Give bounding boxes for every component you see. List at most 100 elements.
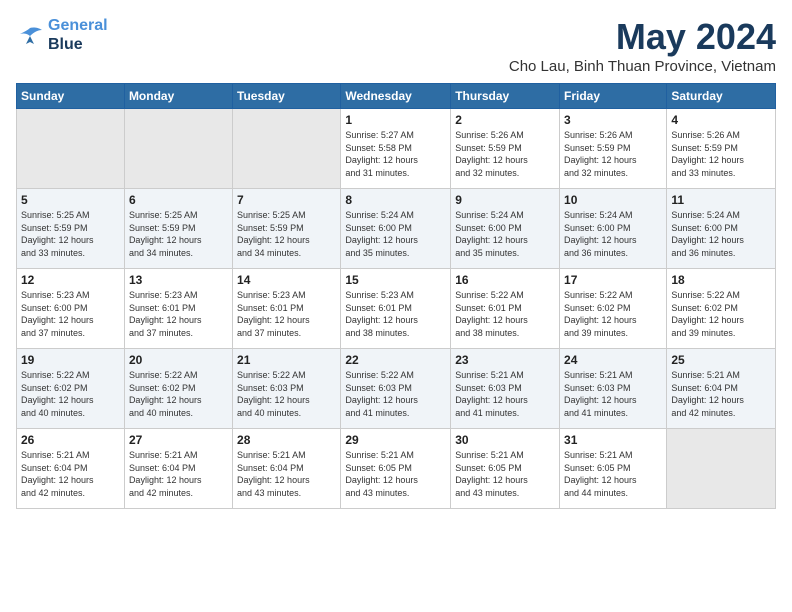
calendar-cell: 12Sunrise: 5:23 AM Sunset: 6:00 PM Dayli… [17,269,125,349]
day-number: 31 [564,433,662,447]
day-info: Sunrise: 5:22 AM Sunset: 6:01 PM Dayligh… [455,289,555,339]
day-info: Sunrise: 5:21 AM Sunset: 6:05 PM Dayligh… [455,449,555,499]
day-info: Sunrise: 5:23 AM Sunset: 6:01 PM Dayligh… [129,289,228,339]
day-info: Sunrise: 5:21 AM Sunset: 6:03 PM Dayligh… [564,369,662,419]
calendar-cell: 7 Sunrise: 5:25 AM Sunset: 5:59 PM Daylig… [233,189,341,269]
calendar-cell [233,109,341,189]
calendar-week-4: 19 Sunrise: 5:22 AM Sunset: 6:02 PM Dayli… [17,349,776,429]
calendar-cell: 8 Sunrise: 5:24 AM Sunset: 6:00 PM Daylig… [341,189,451,269]
day-info: Sunrise: 5:24 AM Sunset: 6:00 PM Dayligh… [345,209,446,259]
day-number: 22 [345,353,446,367]
calendar-cell: 16 Sunrise: 5:22 AM Sunset: 6:01 PM Dayli… [451,269,560,349]
calendar-cell: 4 Sunrise: 5:26 AM Sunset: 5:59 PM Daylig… [667,109,776,189]
day-info: Sunrise: 5:22 AM Sunset: 6:02 PM Dayligh… [21,369,120,419]
day-info: Sunrise: 5:24 AM Sunset: 6:00 PM Dayligh… [455,209,555,259]
day-number: 24 [564,353,662,367]
day-info: Sunrise: 5:27 AM Sunset: 5:58 PM Dayligh… [345,129,446,179]
day-number: 1 [345,113,446,127]
day-info: Sunrise: 5:24 AM Sunset: 6:00 PM Dayligh… [564,209,662,259]
day-number: 4 [671,113,771,127]
column-header-monday: Monday [124,84,232,109]
day-number: 2 [455,113,555,127]
title-block: May 2024 Cho Lau, Binh Thuan Province, V… [509,16,776,75]
calendar-cell: 1 Sunrise: 5:27 AM Sunset: 5:58 PM Daylig… [341,109,451,189]
calendar-header-row: SundayMondayTuesdayWednesdayThursdayFrid… [17,84,776,109]
day-info: Sunrise: 5:25 AM Sunset: 5:59 PM Dayligh… [129,209,228,259]
day-info: Sunrise: 5:21 AM Sunset: 6:04 PM Dayligh… [671,369,771,419]
calendar-cell: 15 Sunrise: 5:23 AM Sunset: 6:01 PM Dayli… [341,269,451,349]
calendar-week-1: 1 Sunrise: 5:27 AM Sunset: 5:58 PM Daylig… [17,109,776,189]
column-header-friday: Friday [560,84,667,109]
calendar-cell: 24 Sunrise: 5:21 AM Sunset: 6:03 PM Dayli… [560,349,667,429]
calendar-cell [124,109,232,189]
day-number: 5 [21,193,120,207]
calendar-cell: 26 Sunrise: 5:21 AM Sunset: 6:04 PM Dayli… [17,429,125,509]
day-info: Sunrise: 5:21 AM Sunset: 6:05 PM Dayligh… [345,449,446,499]
calendar-cell: 29 Sunrise: 5:21 AM Sunset: 6:05 PM Dayli… [341,429,451,509]
day-number: 30 [455,433,555,447]
day-number: 7 [237,193,336,207]
day-info: Sunrise: 5:26 AM Sunset: 5:59 PM Dayligh… [564,129,662,179]
calendar-week-2: 5 Sunrise: 5:25 AM Sunset: 5:59 PM Daylig… [17,189,776,269]
day-info: Sunrise: 5:22 AM Sunset: 6:02 PM Dayligh… [564,289,662,339]
day-number: 20 [129,353,228,367]
day-info: Sunrise: 5:23 AM Sunset: 6:01 PM Dayligh… [345,289,446,339]
page-header: General Blue May 2024 Cho Lau, Binh Thua… [16,16,776,75]
logo-text: General Blue [48,16,108,54]
calendar-cell: 20 Sunrise: 5:22 AM Sunset: 6:02 PM Dayli… [124,349,232,429]
calendar-cell: 13Sunrise: 5:23 AM Sunset: 6:01 PM Dayli… [124,269,232,349]
calendar-cell: 31Sunrise: 5:21 AM Sunset: 6:05 PM Dayli… [560,429,667,509]
column-header-tuesday: Tuesday [233,84,341,109]
calendar-cell: 19 Sunrise: 5:22 AM Sunset: 6:02 PM Dayli… [17,349,125,429]
calendar-cell: 22Sunrise: 5:22 AM Sunset: 6:03 PM Dayli… [341,349,451,429]
logo: General Blue [16,16,108,54]
day-number: 17 [564,273,662,287]
day-info: Sunrise: 5:23 AM Sunset: 6:01 PM Dayligh… [237,289,336,339]
calendar-cell: 10 Sunrise: 5:24 AM Sunset: 6:00 PM Dayli… [560,189,667,269]
month-title: May 2024 [509,16,776,58]
day-number: 15 [345,273,446,287]
column-header-wednesday: Wednesday [341,84,451,109]
day-info: Sunrise: 5:25 AM Sunset: 5:59 PM Dayligh… [21,209,120,259]
day-info: Sunrise: 5:21 AM Sunset: 6:04 PM Dayligh… [129,449,228,499]
day-number: 12 [21,273,120,287]
day-info: Sunrise: 5:21 AM Sunset: 6:04 PM Dayligh… [21,449,120,499]
day-number: 21 [237,353,336,367]
day-number: 29 [345,433,446,447]
day-info: Sunrise: 5:25 AM Sunset: 5:59 PM Dayligh… [237,209,336,259]
day-info: Sunrise: 5:26 AM Sunset: 5:59 PM Dayligh… [671,129,771,179]
day-number: 14 [237,273,336,287]
day-number: 10 [564,193,662,207]
day-number: 25 [671,353,771,367]
location-title: Cho Lau, Binh Thuan Province, Vietnam [509,58,776,75]
day-info: Sunrise: 5:22 AM Sunset: 6:03 PM Dayligh… [237,369,336,419]
calendar-cell: 6Sunrise: 5:25 AM Sunset: 5:59 PM Daylig… [124,189,232,269]
day-info: Sunrise: 5:22 AM Sunset: 6:02 PM Dayligh… [129,369,228,419]
logo-icon [16,24,44,46]
calendar-week-3: 12Sunrise: 5:23 AM Sunset: 6:00 PM Dayli… [17,269,776,349]
calendar-cell: 14 Sunrise: 5:23 AM Sunset: 6:01 PM Dayli… [233,269,341,349]
calendar-cell: 3 Sunrise: 5:26 AM Sunset: 5:59 PM Daylig… [560,109,667,189]
day-info: Sunrise: 5:26 AM Sunset: 5:59 PM Dayligh… [455,129,555,179]
calendar-cell: 30 Sunrise: 5:21 AM Sunset: 6:05 PM Dayli… [451,429,560,509]
calendar-cell: 17 Sunrise: 5:22 AM Sunset: 6:02 PM Dayli… [560,269,667,349]
day-number: 19 [21,353,120,367]
day-info: Sunrise: 5:24 AM Sunset: 6:00 PM Dayligh… [671,209,771,259]
calendar-cell: 28Sunrise: 5:21 AM Sunset: 6:04 PM Dayli… [233,429,341,509]
day-info: Sunrise: 5:21 AM Sunset: 6:04 PM Dayligh… [237,449,336,499]
calendar-cell [667,429,776,509]
day-number: 9 [455,193,555,207]
day-number: 16 [455,273,555,287]
calendar-cell: 2 Sunrise: 5:26 AM Sunset: 5:59 PM Daylig… [451,109,560,189]
day-number: 8 [345,193,446,207]
column-header-thursday: Thursday [451,84,560,109]
day-number: 27 [129,433,228,447]
column-header-sunday: Sunday [17,84,125,109]
day-number: 3 [564,113,662,127]
calendar-cell: 9 Sunrise: 5:24 AM Sunset: 6:00 PM Daylig… [451,189,560,269]
day-info: Sunrise: 5:21 AM Sunset: 6:03 PM Dayligh… [455,369,555,419]
calendar-week-5: 26 Sunrise: 5:21 AM Sunset: 6:04 PM Dayli… [17,429,776,509]
day-number: 26 [21,433,120,447]
calendar-cell: 21 Sunrise: 5:22 AM Sunset: 6:03 PM Dayli… [233,349,341,429]
day-number: 11 [671,193,771,207]
